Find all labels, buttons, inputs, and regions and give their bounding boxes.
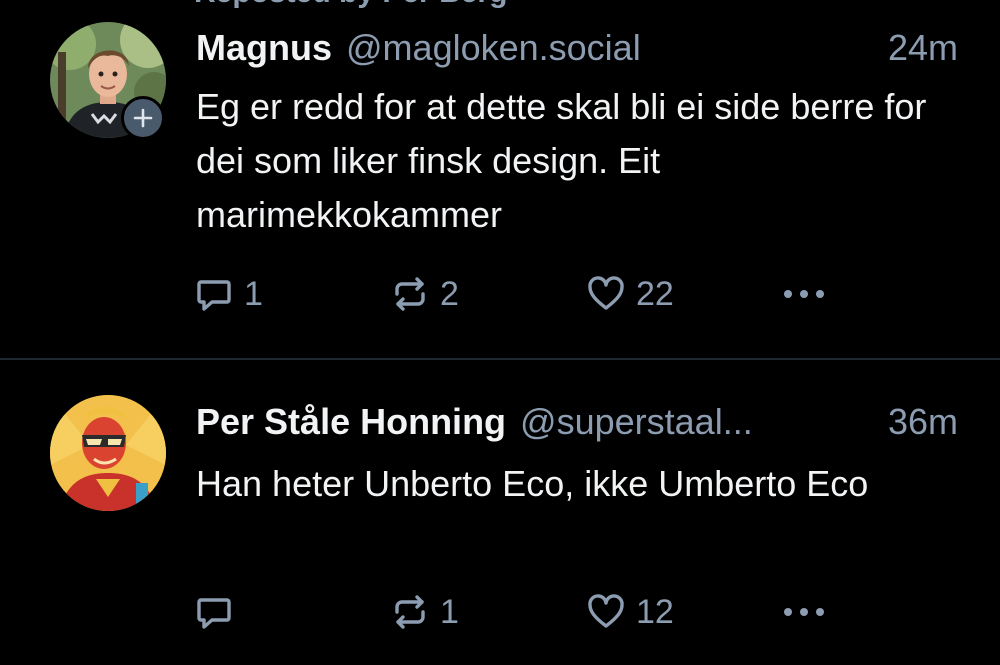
repost-icon — [395, 595, 425, 629]
reply-count: 1 — [244, 274, 263, 313]
repost-button[interactable]: 2 — [390, 272, 459, 316]
avatar[interactable] — [50, 395, 166, 511]
repost-count: 2 — [440, 274, 459, 313]
post-header: Magnus @magloken.social 24m — [196, 26, 958, 70]
heart-icon — [588, 594, 624, 628]
like-button[interactable]: 22 — [586, 272, 674, 316]
like-count: 22 — [636, 274, 674, 313]
author-display-name[interactable]: Magnus — [196, 26, 332, 70]
follow-button[interactable] — [121, 96, 165, 140]
avatar-per-stale — [50, 395, 166, 511]
post-timestamp[interactable]: 36m — [876, 400, 958, 444]
author-display-name[interactable]: Per Ståle Honning — [196, 400, 506, 444]
reply-icon — [197, 598, 231, 629]
feed-post[interactable]: Per Ståle Honning @superstaal... 36m Han… — [0, 360, 1000, 665]
post-actions: 1 2 22 — [194, 272, 834, 316]
more-icon — [784, 608, 824, 616]
repost-button[interactable]: 1 — [390, 590, 459, 634]
post-actions: 1 12 — [194, 590, 834, 634]
post-text: Eg er redd for at dette skal bli ei side… — [196, 86, 927, 235]
post-timestamp[interactable]: 24m — [876, 26, 958, 70]
post-header: Per Ståle Honning @superstaal... 36m — [196, 400, 958, 444]
feed-post[interactable]: Magnus @magloken.social 24m Eg er redd f… — [0, 0, 1000, 360]
reply-icon — [197, 280, 231, 311]
author-handle[interactable]: @magloken.social — [346, 26, 641, 70]
post-text: Han heter Unberto Eco, ikke Umberto Eco — [196, 463, 869, 504]
heart-icon — [588, 276, 624, 310]
reply-button[interactable] — [194, 590, 244, 634]
reply-button[interactable]: 1 — [194, 272, 263, 316]
like-button[interactable]: 12 — [586, 590, 674, 634]
more-icon — [784, 290, 824, 298]
plus-icon — [133, 108, 153, 128]
repost-count: 1 — [440, 592, 459, 631]
author-handle[interactable]: @superstaal... — [520, 400, 753, 444]
more-options-button[interactable] — [778, 590, 830, 634]
like-count: 12 — [636, 592, 674, 631]
repost-icon — [395, 277, 425, 311]
more-options-button[interactable] — [778, 272, 830, 316]
